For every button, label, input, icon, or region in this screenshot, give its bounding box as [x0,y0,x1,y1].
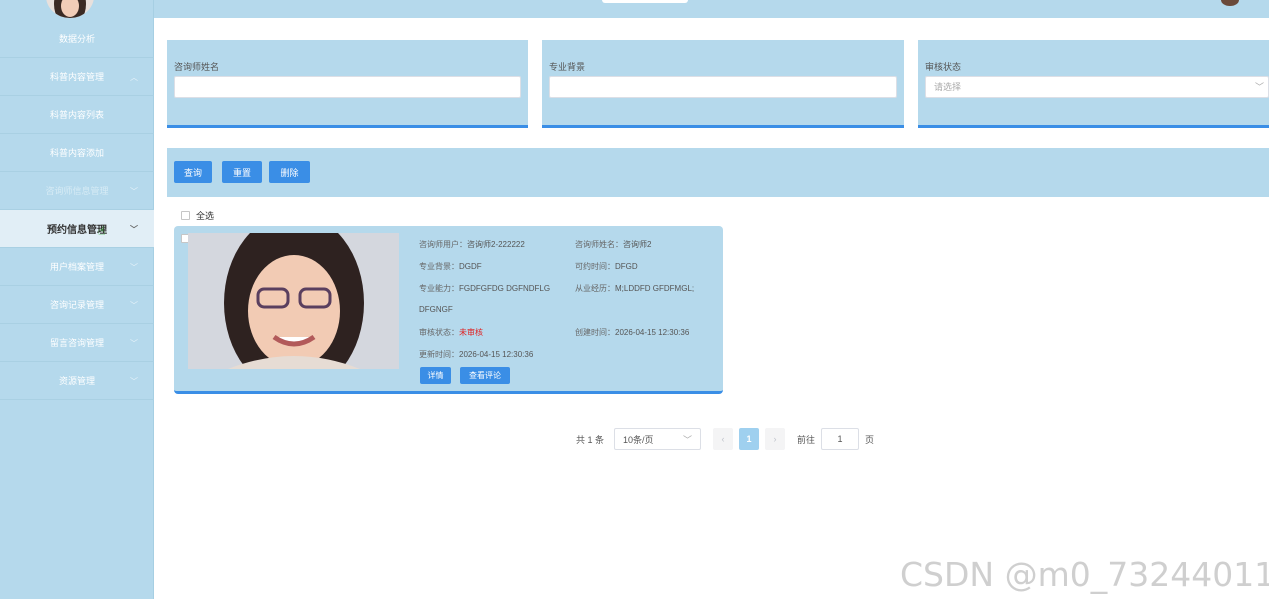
card-ability-cont: DFGNGF [419,305,453,314]
sidebar-item-user-profile[interactable]: 用户档案管理 ﹀ [0,248,154,286]
prev-page-button[interactable]: ‹ [713,428,734,450]
counselor-name-input[interactable] [174,76,521,98]
sidebar-item-appointment[interactable]: 预约信息管理 ☝ ﹀ [0,210,154,248]
watermark: CSDN @m0_73244011 [900,555,1269,594]
field-label: 更新时间： [419,350,459,359]
pagination: 共 1 条 10条/页 ﹀ ‹ 1 › 前往 1 页 [576,428,874,450]
top-bar [154,0,1269,18]
filter-label: 专业背景 [549,62,586,72]
select-placeholder: 请选择 [934,82,962,92]
filter-status: 审核状态 请选择 ﹀ [918,40,1269,128]
chevron-up-icon: ︿ [130,73,138,82]
card-user: 咨询师用户：咨询师2-222222 [419,239,525,250]
chevron-right-icon: › [773,434,777,444]
sidebar-item-label: 资源管理 [58,376,95,386]
reset-button[interactable]: 重置 [222,161,262,183]
field-value: 2026-04-15 12:30:36 [459,350,534,359]
sidebar-item-label: 数据分析 [58,34,95,44]
field-label: 创建时间： [575,328,615,337]
field-value: DFGD [615,262,638,271]
field-value: DGDF [459,262,482,271]
field-label: 咨询师用户： [419,240,467,249]
next-page-button[interactable]: › [765,428,786,450]
sidebar-item-label: 用户档案管理 [49,262,104,272]
top-search-pill[interactable] [602,0,688,3]
card-name: 咨询师姓名：咨询师2 [575,239,651,250]
sidebar-item-label: 咨询师信息管理 [45,186,109,196]
chevron-down-icon: ﹀ [130,225,138,234]
pagination-total: 共 1 条 [576,434,605,445]
field-label: 专业能力： [419,284,459,293]
card-experience: 从业经历：M;LDDFD GFDFMGL; [575,283,694,294]
chevron-down-icon: ﹀ [1254,82,1264,92]
field-value: 咨询师2-222222 [467,240,525,249]
sidebar-subitem-content-add[interactable]: 科普内容添加 [0,134,154,172]
detail-button[interactable]: 详情 [420,367,451,384]
sidebar-item-resource[interactable]: 资源管理 ﹀ [0,362,154,400]
card-background: 专业背景：DGDF [419,261,482,272]
card-ability: 专业能力：FGDFGFDG DGFNDFLG [419,283,550,294]
status-badge: 未审核 [459,328,483,337]
delete-button[interactable]: 删除 [269,161,310,183]
field-label: 从业经历： [575,284,615,293]
sidebar: 数据分析 科普内容管理 ︿ 科普内容列表 科普内容添加 咨询师信息管理 ﹀ 预约信息… [0,0,154,599]
sidebar-subitem-content-list[interactable]: 科普内容列表 [0,96,154,134]
chevron-down-icon: ﹀ [130,187,138,196]
background-input[interactable] [549,76,897,98]
field-value: 2026-04-15 12:30:36 [615,328,690,337]
action-bar: 查询 重置 删除 [167,148,1269,197]
field-label: 可约时间： [575,262,615,271]
select-all-label: 全选 [196,211,215,221]
card-status: 审核状态：未审核 [419,327,483,338]
sidebar-item-label: 科普内容管理 [49,72,104,82]
select-all-checkbox[interactable] [181,211,190,220]
chevron-down-icon: ﹀ [130,339,138,348]
sidebar-item-message-consult[interactable]: 留言咨询管理 ﹀ [0,324,154,362]
chevron-down-icon: ﹀ [683,434,693,445]
filter-counselor-name: 咨询师姓名 [167,40,528,128]
field-value: 咨询师2 [623,240,652,249]
sidebar-item-label: 科普内容列表 [49,110,104,120]
page-number-current[interactable]: 1 [739,428,760,450]
card-available-time: 可约时间：DFGD [575,261,638,272]
chevron-down-icon: ﹀ [130,377,138,386]
user-avatar[interactable] [1221,0,1239,6]
filter-background: 专业背景 [542,40,904,128]
card-created: 创建时间：2026-04-15 12:30:36 [575,327,689,338]
chevron-down-icon: ﹀ [130,301,138,310]
filter-label: 咨询师姓名 [174,62,220,72]
page-unit-label: 页 [865,434,875,445]
counselor-photo [188,233,399,369]
status-select[interactable]: 请选择 ﹀ [925,76,1269,98]
page-size-select[interactable]: 10条/页 ﹀ [614,428,702,450]
select-all[interactable]: 全选 [181,209,214,222]
page-size-value: 10条/页 [623,434,654,445]
field-label: 审核状态： [419,328,459,337]
chevron-left-icon: ‹ [721,434,725,444]
sidebar-item-science-content[interactable]: 科普内容管理 ︿ [0,58,154,96]
sidebar-item-data-analysis[interactable]: 数据分析 [0,20,154,58]
field-value: FGDFGFDG DGFNDFLG [459,284,551,293]
goto-label: 前往 [797,434,816,445]
field-label: 专业背景： [419,262,459,271]
sidebar-item-label: 咨询记录管理 [49,300,104,310]
admin-avatar[interactable] [46,0,94,18]
sidebar-item-consult-record[interactable]: 咨询记录管理 ﹀ [0,286,154,324]
card-updated: 更新时间：2026-04-15 12:30:36 [419,349,533,360]
hand-cursor-icon: ☝ [98,224,106,238]
field-label: 咨询师姓名： [575,240,623,249]
sidebar-item-label: 留言咨询管理 [49,338,104,348]
field-value: M;LDDFD GFDFMGL; [615,284,695,293]
sidebar-menu: 数据分析 科普内容管理 ︿ 科普内容列表 科普内容添加 咨询师信息管理 ﹀ 预约信息… [0,20,154,400]
chevron-down-icon: ﹀ [130,263,138,272]
sidebar-item-counselor-info[interactable]: 咨询师信息管理 ﹀ [0,172,154,210]
sidebar-item-label: 科普内容添加 [49,148,104,158]
view-reviews-button[interactable]: 查看评论 [460,367,510,384]
filter-label: 审核状态 [925,62,962,72]
goto-page-input[interactable]: 1 [821,428,860,450]
query-button[interactable]: 查询 [174,161,212,183]
counselor-card: 咨询师用户：咨询师2-222222 咨询师姓名：咨询师2 专业背景：DGDF 可… [174,226,723,394]
